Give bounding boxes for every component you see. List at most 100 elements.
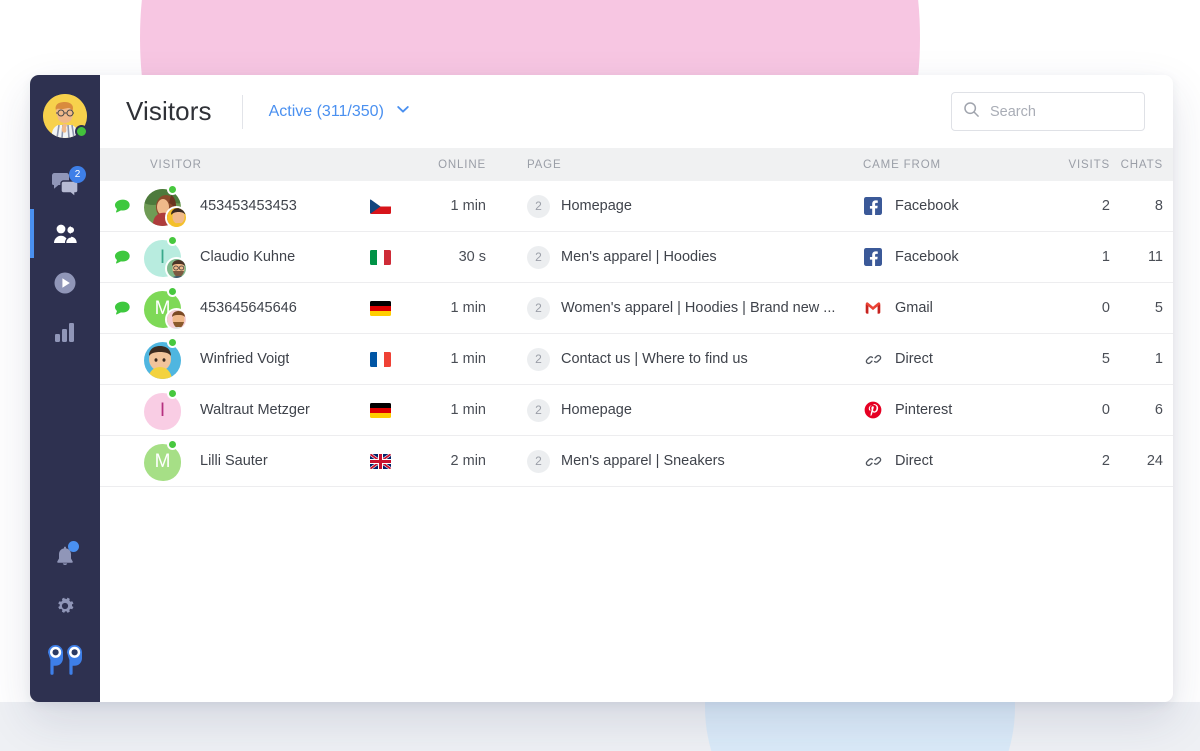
visitor-page-cell: 2 Women's apparel | Hoodies | Brand new .… [492,296,863,320]
visitor-avatar-group [140,334,200,385]
visitor-cell: M Lilli Sauter [100,436,350,487]
visitor-country-flag-icon [350,402,410,418]
search-input[interactable] [990,103,1133,120]
visitor-page-name: Contact us | Where to find us [561,351,748,367]
visitor-cell: M 453645645646 [100,283,350,334]
pinterest-icon [863,401,883,419]
visitor-cell: 453453453453 [100,181,350,232]
visitor-page-name: Men's apparel | Hoodies [561,249,717,265]
link-icon [863,453,883,470]
visitor-online-time: 1 min [450,198,486,214]
visitor-online-dot [167,336,178,348]
visitor-country-flag-icon [350,351,410,367]
table-body: 453453453453 1 min 2 Homepage Facebook 2 8 I Cla… [100,181,1173,702]
table-row[interactable]: M 453645645646 1 min 2 Women's apparel | Hoo… [100,283,1173,334]
visitor-page-name: Women's apparel | Hoodies | Brand new ..… [561,300,836,316]
visitor-chats-count: 11 [1147,249,1163,265]
column-header-page: PAGE [527,158,562,171]
visitor-online-dot [167,183,178,195]
app-logo[interactable] [30,630,100,688]
visitor-source-cell: Facebook [863,197,1048,215]
facebook-icon [863,248,883,266]
gear-icon [50,591,80,621]
visitor-visits-count: 0 [1101,300,1110,316]
flag-fr [369,351,391,367]
sidebar-nav: 2 [30,160,100,356]
table-row[interactable]: I Claudio Kuhne 30 s 2 Men's apparel | Hoodi… [100,232,1173,283]
column-header-visitor: VISITOR [150,158,202,171]
visitor-cell: I Waltraut Metzger [100,385,350,436]
sidebar-item-recordings[interactable] [30,258,100,307]
table-row[interactable]: M Lilli Sauter 2 min 2 Men's apparel | Sneak… [100,436,1173,487]
visitor-source-cell: Direct [863,453,1048,470]
column-header-chats: CHATS [1120,158,1163,171]
active-filter-dropdown[interactable]: Active (311/350) [269,101,411,122]
visitor-avatar-group: M [140,436,200,487]
visitor-visits-count: 1 [1101,249,1110,265]
people-icon [50,219,80,249]
active-filter-label: Active (311/350) [268,102,384,120]
visitor-online-dot [167,438,178,450]
sidebar-nav-bottom [30,532,100,702]
visitor-source-cell: Pinterest [863,401,1048,419]
visitor-visits-count: 2 [1101,198,1110,214]
chat-bubble-icon [114,300,140,316]
column-header-came-from: CAME FROM [863,158,941,171]
visitor-name: Claudio Kuhne [200,249,296,265]
visitor-source-cell: Direct [863,351,1048,368]
agent-avatar [165,256,188,280]
visitor-online-time: 1 min [450,300,486,316]
visitor-online-time: 1 min [450,402,486,418]
flag-cz [369,198,391,214]
visitor-avatar-group: M [140,283,200,334]
background-band [0,702,1200,751]
visitor-cell: I Claudio Kuhne [100,232,350,283]
table-row[interactable]: I Waltraut Metzger 1 min 2 Homepage Pinterest… [100,385,1173,436]
visitor-chats-count: 24 [1146,453,1163,469]
visitor-online-dot [167,234,178,246]
visitor-source-name: Direct [895,351,933,367]
sidebar-item-visitors[interactable] [30,209,100,258]
visitor-source-name: Facebook [895,249,959,265]
visitor-page-cell: 2 Contact us | Where to find us [492,347,863,371]
table-header-row: VISITOR ONLINE PAGE CAME FROM VISITS CHA… [100,148,1173,181]
visitor-online-dot [167,387,178,399]
visitor-country-flag-icon [350,453,410,469]
visitor-country-flag-icon [350,249,410,265]
account-avatar[interactable] [43,94,88,138]
page-count-badge: 2 [527,296,550,320]
page-count-badge: 2 [527,398,550,422]
sidebar-item-chats[interactable]: 2 [30,160,100,209]
visitor-page-cell: 2 Homepage [492,398,863,422]
pp-eyes-logo-icon [45,642,85,676]
search-icon [963,101,980,123]
agent-avatar [165,205,188,229]
visitor-online-time: 2 min [450,453,486,469]
sidebar-item-reports[interactable] [30,307,100,356]
visitor-name: 453453453453 [200,198,297,214]
agent-avatar [165,307,188,331]
table-row[interactable]: Winfried Voigt 1 min 2 Contact us | Where t… [100,334,1173,385]
sidebar-item-notifications[interactable] [30,532,100,581]
sidebar: 2 [30,75,100,702]
chevron-down-icon [395,101,411,122]
account-status-dot [75,125,88,138]
page-count-badge: 2 [527,245,550,269]
sidebar-item-settings[interactable] [30,581,100,630]
visitor-avatar-group: I [140,232,200,283]
page-header: Visitors Active (311/350) [100,75,1173,148]
facebook-icon [863,197,883,215]
chat-bubble-icon [114,198,140,214]
visitor-name: Lilli Sauter [200,453,268,469]
search-box[interactable] [951,92,1145,131]
visitor-page-cell: 2 Men's apparel | Sneakers [492,449,863,473]
table-row[interactable]: 453453453453 1 min 2 Homepage Facebook 2 8 [100,181,1173,232]
visitor-visits-count: 2 [1101,453,1110,469]
link-icon [863,351,883,368]
gmail-icon [863,299,883,317]
visitor-source-name: Pinterest [895,402,953,418]
visitor-visits-count: 5 [1101,351,1110,367]
visitor-page-name: Homepage [561,402,632,418]
visitor-name: Waltraut Metzger [200,402,310,418]
page-count-badge: 2 [527,347,550,371]
